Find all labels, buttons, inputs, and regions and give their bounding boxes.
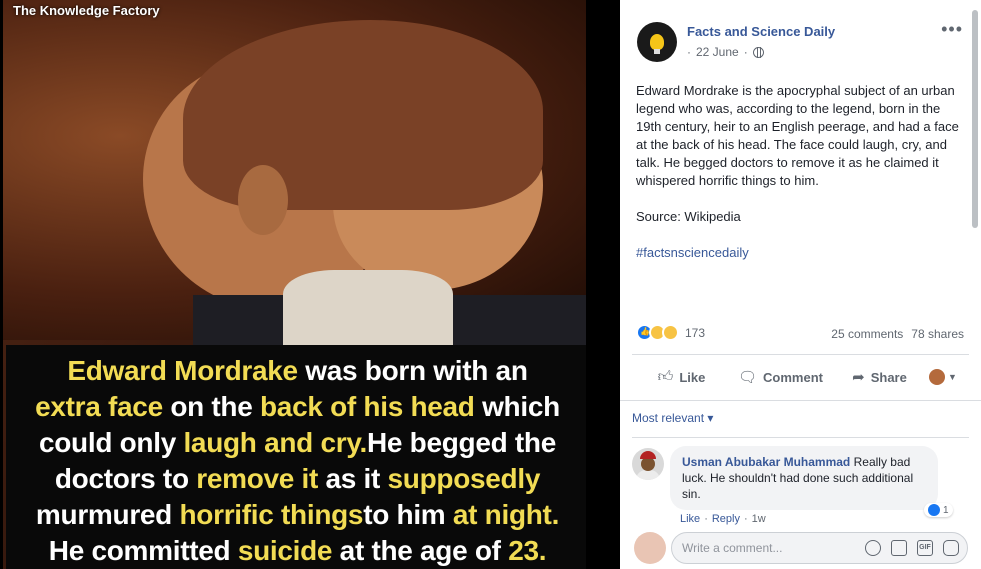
post-text: Edward Mordrake is the apocryphal subjec…	[636, 83, 959, 188]
comment-label: Comment	[763, 369, 823, 385]
post-panel: Facts and Science Daily · 22 June · ••• …	[620, 0, 981, 569]
gif-icon[interactable]: GIF	[917, 540, 933, 556]
comments-count-link[interactable]: 25 comments	[831, 327, 903, 341]
caption-line: He committed suicide at the age of 23.	[6, 533, 586, 569]
avatar-body	[636, 470, 660, 480]
caption-highlight: at night.	[452, 499, 560, 530]
share-label: Share	[870, 369, 907, 385]
caption-highlight: back of his head	[260, 391, 475, 422]
more-options-button[interactable]: •••	[941, 19, 963, 40]
caption-text: which	[474, 391, 560, 422]
engagement-counts: 25 comments 78 shares	[831, 327, 964, 341]
caption-text: at the age of	[332, 535, 509, 566]
comment-composer: GIF	[620, 527, 981, 569]
emoji-icon[interactable]	[865, 540, 881, 556]
avatar	[634, 532, 666, 564]
comment-like-count: 1	[943, 504, 949, 516]
caption-highlight: Edward Mordrake	[67, 355, 298, 386]
caption-highlight: remove it	[196, 463, 319, 494]
caption-line: doctors to remove it as it supposedly	[6, 461, 586, 497]
like-button[interactable]: 👍︎ Like	[632, 368, 731, 386]
divider	[632, 437, 969, 438]
caption-line: could only laugh and cry.He begged the	[6, 425, 586, 461]
comment-reply-link[interactable]: Reply	[712, 513, 740, 525]
comment-actions: Like · Reply · 1w	[680, 513, 766, 525]
link-separator: ·	[704, 513, 708, 525]
chevron-down-icon: ▼	[948, 372, 957, 382]
caption-text: He begged the	[367, 427, 557, 458]
photo-viewer: The Knowledge Factory Edward Mordrake wa…	[0, 0, 620, 569]
caption-text: could only	[38, 427, 184, 458]
lightbulb-icon	[650, 34, 664, 54]
caption-text: to him	[363, 499, 453, 530]
like-label: Like	[679, 369, 706, 385]
page-name-link[interactable]: Facts and Science Daily	[687, 24, 835, 39]
globe-icon[interactable]	[752, 46, 764, 58]
speech-bubble-icon: 🗨︎	[738, 369, 758, 386]
comment-like-link[interactable]: Like	[680, 513, 700, 525]
reaction-count: 173	[685, 325, 706, 340]
caption-text: He committed	[48, 535, 238, 566]
meta-separator: ·	[743, 45, 748, 59]
photo-collar	[283, 270, 453, 350]
avatar-head	[641, 457, 655, 471]
caption-highlight: 23.	[508, 535, 547, 566]
share-arrow-icon: ➦	[852, 369, 865, 386]
comment-sort-dropdown[interactable]: Most relevant ▾	[632, 411, 713, 425]
photo-ear	[238, 165, 288, 235]
caption-line: extra face on the back of his head which	[6, 389, 586, 425]
page-avatar[interactable]	[637, 22, 677, 62]
divider	[620, 400, 981, 401]
caption-line: Edward Mordrake was born with an	[6, 353, 586, 389]
caption-text: murmured	[35, 499, 180, 530]
wow-reaction-icon	[662, 324, 679, 341]
caption-text: as it	[318, 463, 388, 494]
hashtag-link[interactable]: #factsnsciencedaily	[636, 244, 961, 262]
meta-separator: ·	[687, 45, 691, 59]
photo-watermark: The Knowledge Factory	[13, 3, 160, 18]
reactions-summary[interactable]: 173	[636, 324, 705, 341]
comment-like-badge[interactable]: 1	[924, 503, 953, 517]
avatar	[929, 369, 945, 385]
share-button[interactable]: ➦ Share	[830, 368, 929, 386]
caption-highlight: supposedly	[387, 463, 541, 494]
photo-hair	[183, 20, 543, 210]
divider	[632, 354, 969, 355]
post-body: Edward Mordrake is the apocryphal subjec…	[636, 82, 961, 280]
caption-text: doctors to	[54, 463, 197, 494]
post-photo[interactable]: The Knowledge Factory Edward Mordrake wa…	[3, 0, 586, 569]
sticker-icon[interactable]	[943, 540, 959, 556]
comment-bubble: Usman Abubakar Muhammad Really bad luck.…	[670, 446, 938, 510]
scrollbar[interactable]	[972, 10, 978, 228]
comment-time[interactable]: 1w	[752, 513, 766, 525]
link-separator: ·	[743, 513, 748, 525]
comment-button[interactable]: 🗨︎ Comment	[731, 368, 830, 386]
shares-count-link[interactable]: 78 shares	[911, 327, 964, 341]
camera-icon[interactable]	[891, 540, 907, 556]
caption-highlight: extra face	[35, 391, 163, 422]
caption-line: murmured horrific thingsto him at night.	[6, 497, 586, 533]
photo-caption: Edward Mordrake was born with an extra fa…	[6, 345, 586, 569]
post-date[interactable]: 22 June	[696, 45, 739, 59]
caption-highlight: suicide	[237, 535, 333, 566]
caption-highlight: horrific things	[179, 499, 364, 530]
comment-author-link[interactable]: Usman Abubakar Muhammad	[682, 455, 850, 469]
commenter-avatar[interactable]	[632, 448, 664, 480]
caption-highlight: laugh and cry.	[183, 427, 367, 458]
avatar-cap	[640, 451, 656, 459]
post-actions: 👍︎ Like 🗨︎ Comment ➦ Share ▼	[632, 360, 969, 394]
post-meta: · 22 June ·	[687, 45, 764, 59]
caption-text: on the	[162, 391, 260, 422]
composer-tools: GIF	[865, 540, 959, 556]
audience-selector[interactable]: ▼	[929, 369, 969, 385]
thumbs-up-icon: 👍︎	[657, 368, 674, 385]
caption-text: was born with an	[297, 355, 528, 386]
post-source: Source: Wikipedia	[636, 209, 741, 224]
like-reaction-icon	[928, 504, 940, 516]
